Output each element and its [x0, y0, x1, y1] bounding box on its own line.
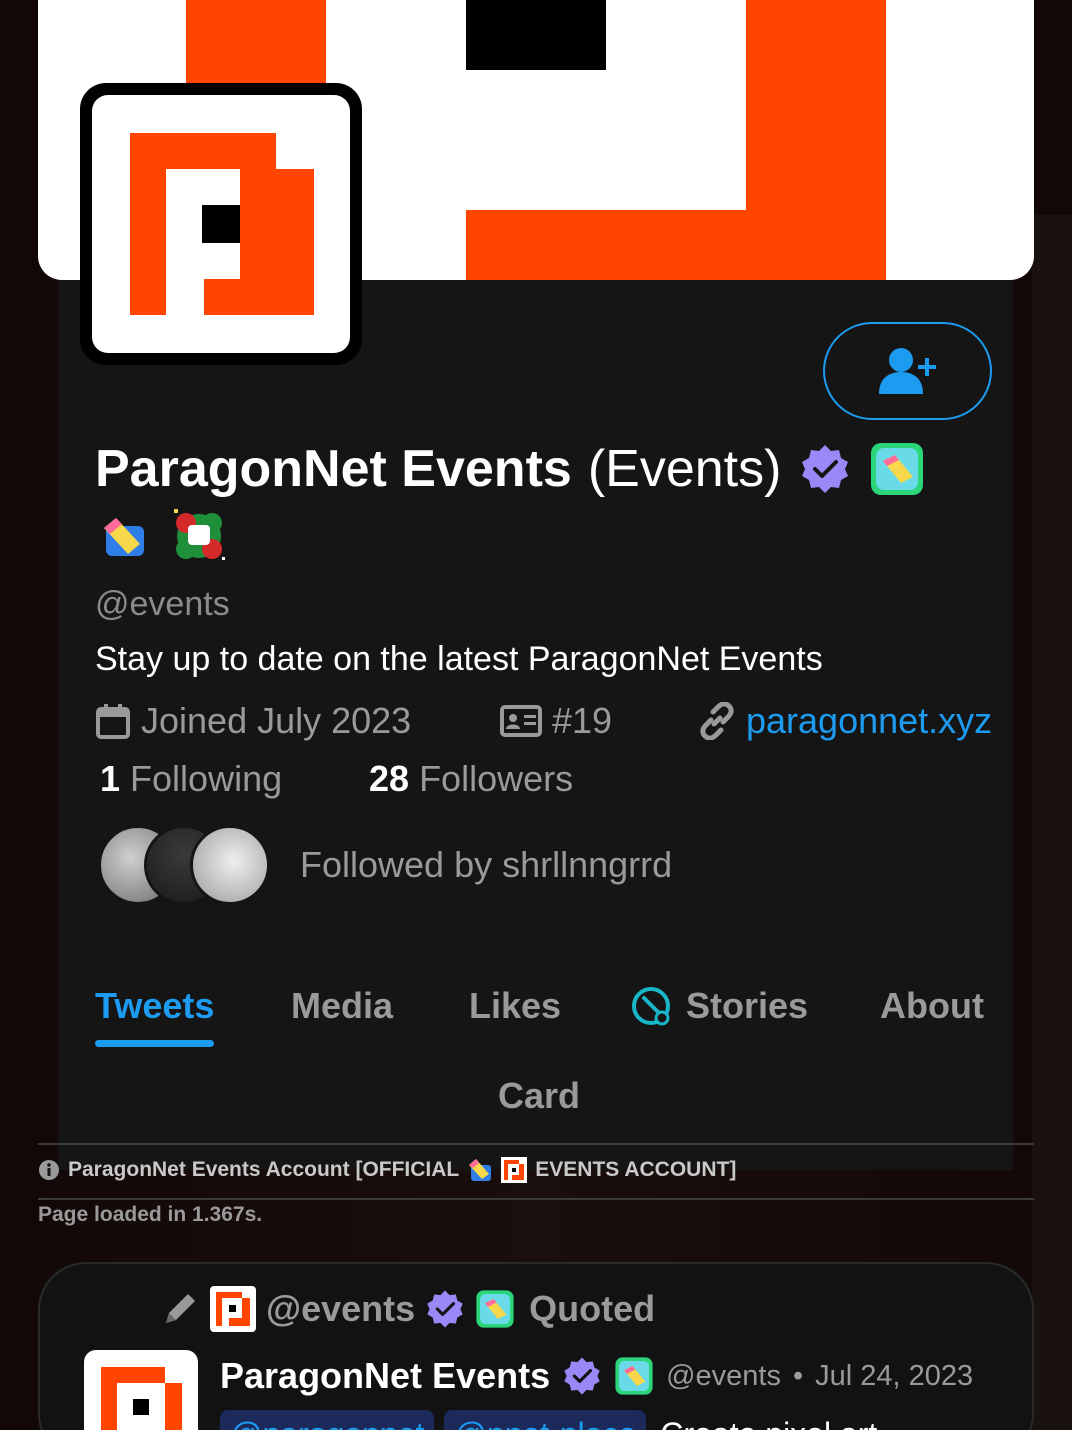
member-number: #19	[500, 700, 612, 742]
paragonnet-logo-icon	[101, 1367, 182, 1430]
tab-likes[interactable]: Likes	[469, 985, 561, 1027]
tweet-header: ParagonNet Events @events • Jul 24, 2023	[220, 1352, 973, 1400]
tab-label: Card	[498, 1075, 581, 1116]
pencil-badge-icon	[469, 1159, 492, 1181]
quote-label: Quoted	[529, 1288, 656, 1329]
profile-bio: Stay up to date on the latest ParagonNet…	[95, 640, 823, 678]
followed-by[interactable]: Followed by shrllnngrrd	[98, 825, 672, 905]
member-number-text: #19	[552, 700, 613, 741]
followers-label: Followers	[419, 758, 574, 799]
tweet-separator: •	[793, 1359, 804, 1392]
info-icon	[39, 1160, 59, 1180]
verified-icon	[564, 1357, 600, 1395]
profile-name-line: ParagonNet Events (Events)	[95, 438, 925, 500]
followed-by-text: Followed by shrllnngrrd	[300, 844, 673, 885]
flower-badge-icon[interactable]	[168, 505, 230, 567]
quote-handle[interactable]: @events	[266, 1288, 415, 1330]
account-note: ParagonNet Events Account [OFFICIAL EVEN…	[38, 1155, 736, 1185]
account-note-prefix: ParagonNet Events Account [OFFICIAL	[68, 1158, 460, 1181]
quote-header: @events Quoted	[160, 1284, 655, 1334]
tweet-text: Create pixel art	[660, 1416, 877, 1430]
tweet-author-name[interactable]: ParagonNet Events	[220, 1355, 550, 1397]
website-link[interactable]: paragonnet.xyz	[746, 700, 992, 742]
user-plus-icon	[878, 348, 936, 394]
tab-media[interactable]: Media	[291, 985, 393, 1027]
mention-chip[interactable]: @pnet-place	[444, 1410, 647, 1430]
paragonnet-logo-icon	[130, 133, 314, 315]
tab-label: About	[880, 985, 984, 1026]
tab-tweets[interactable]: Tweets	[95, 985, 214, 1027]
active-tab-indicator	[95, 1040, 214, 1047]
profile-meta: Joined July 2023 #19 paragonnet.xyz	[95, 700, 995, 748]
link-icon	[700, 702, 734, 740]
follow-button[interactable]	[823, 322, 992, 420]
profile-badges	[100, 505, 230, 567]
profile-name: ParagonNet Events	[95, 440, 572, 498]
divider	[38, 1198, 1034, 1200]
verified-icon	[427, 1290, 463, 1328]
profile-avatar[interactable]	[80, 83, 362, 365]
joined-text: Joined July 2023	[141, 700, 412, 741]
mention-chip[interactable]: @paragonnet	[220, 1410, 435, 1430]
page-load-time: Page loaded in 1.367s.	[38, 1203, 263, 1226]
pencil-icon	[166, 1294, 195, 1323]
tweet-author-handle[interactable]: @events	[666, 1360, 781, 1393]
tweet-body: @paragonnet @pnet-place Create pixel art	[220, 1410, 877, 1430]
app-badge-icon	[615, 1357, 653, 1395]
account-note-suffix: EVENTS ACCOUNT]	[535, 1158, 737, 1181]
tab-label: Stories	[686, 985, 809, 1026]
follower-avatar[interactable]	[190, 825, 270, 905]
profile-name-suffix: (Events)	[587, 440, 782, 498]
tab-stories[interactable]: Stories	[630, 985, 808, 1027]
tab-label: Tweets	[95, 985, 215, 1026]
tab-card[interactable]: Card	[498, 1075, 580, 1117]
followers-link[interactable]: 28 Followers	[369, 758, 573, 800]
paragonnet-logo-icon	[501, 1157, 528, 1183]
id-card-icon	[500, 705, 542, 737]
following-count: 1	[100, 758, 121, 799]
calendar-icon	[96, 704, 130, 739]
tweet-card[interactable]: @events Quoted ParagonNet Events @events…	[38, 1262, 1034, 1430]
following-label: Following	[130, 758, 283, 799]
app-badge-icon	[476, 1290, 514, 1328]
profile-handle: @events	[95, 585, 230, 623]
following-link[interactable]: 1 Following	[100, 758, 282, 800]
followers-count: 28	[369, 758, 410, 799]
tweet-author-avatar[interactable]	[84, 1350, 198, 1430]
tab-label: Likes	[469, 985, 562, 1026]
tab-label: Media	[291, 985, 394, 1026]
website[interactable]: paragonnet.xyz	[698, 700, 992, 742]
verified-icon[interactable]	[799, 443, 851, 495]
pencil-badge-icon[interactable]	[100, 514, 148, 558]
paragonnet-logo-icon	[210, 1286, 256, 1332]
joined-date: Joined July 2023	[95, 700, 411, 742]
stories-icon	[632, 987, 670, 1026]
tab-about[interactable]: About	[880, 985, 984, 1027]
divider	[38, 1143, 1034, 1145]
tweet-date[interactable]: Jul 24, 2023	[815, 1360, 973, 1393]
app-badge-icon[interactable]	[869, 441, 925, 497]
